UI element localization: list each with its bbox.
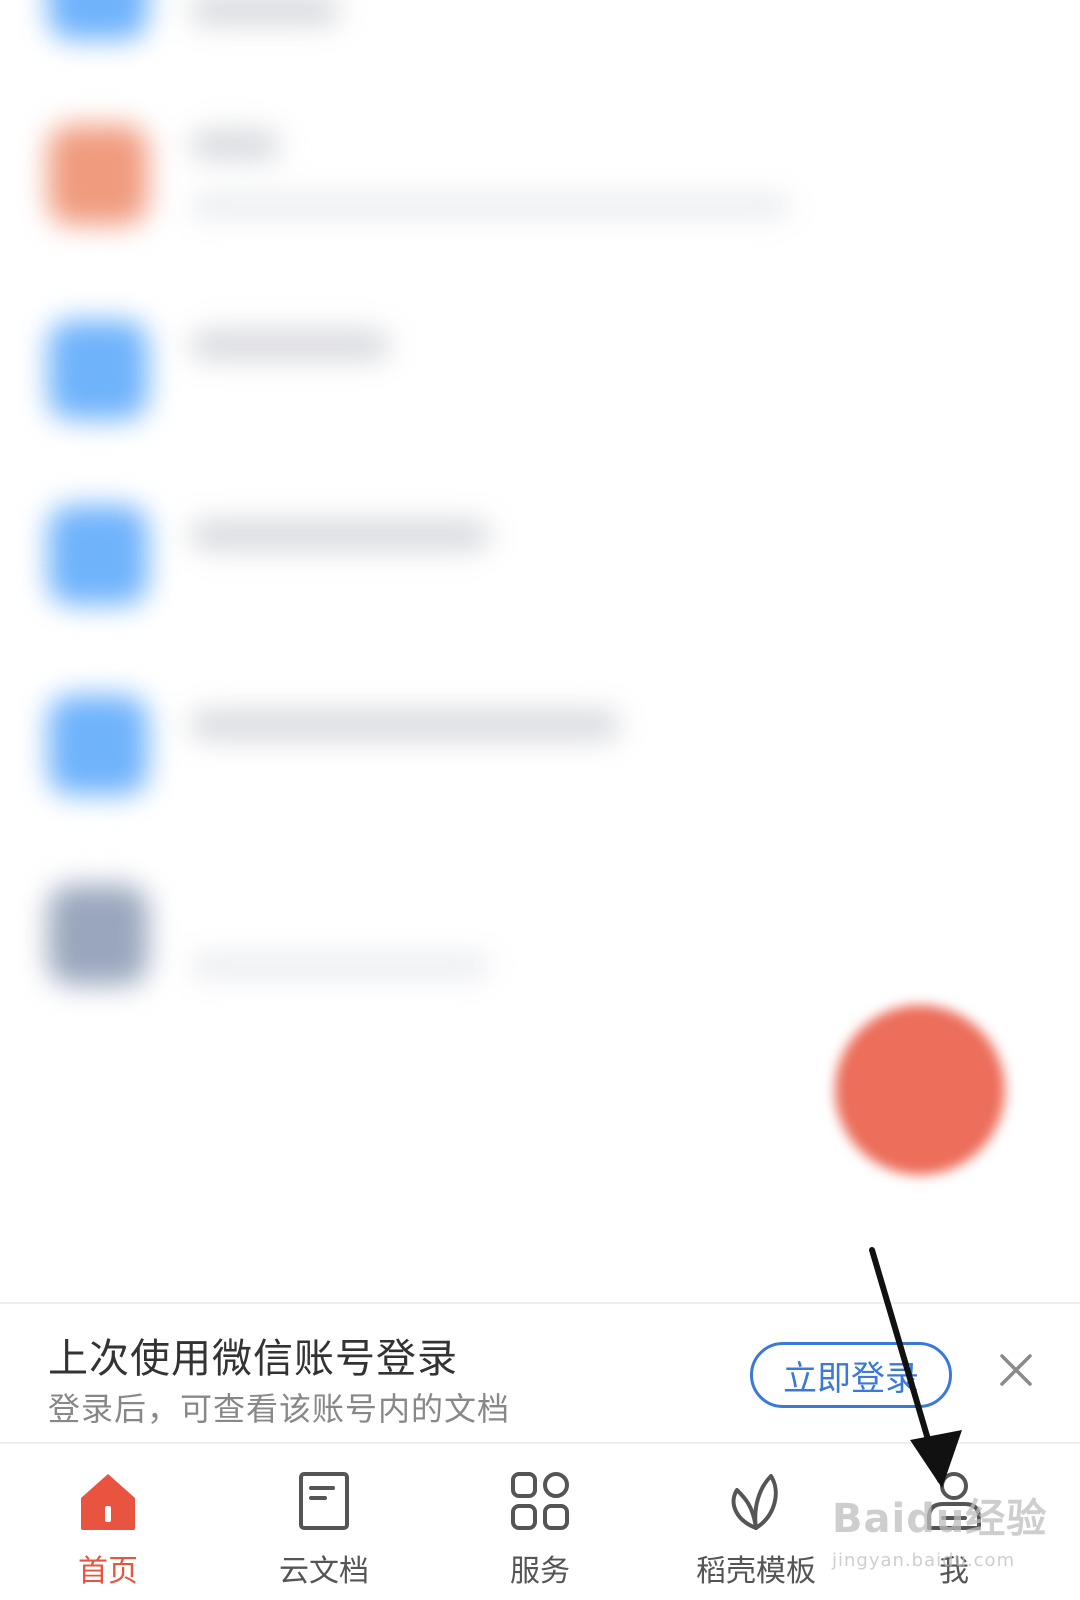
- list-item[interactable]: [190, 0, 340, 25]
- list-item-icon[interactable]: [48, 695, 148, 795]
- list-item-icon[interactable]: [48, 0, 148, 40]
- list-item-icon[interactable]: [48, 125, 148, 225]
- list-item[interactable]: [190, 330, 390, 360]
- list-item[interactable]: [190, 520, 490, 550]
- list-item: [190, 955, 490, 977]
- apps-grid-icon: [511, 1472, 569, 1530]
- watermark-main: Baidu经验: [832, 1496, 1048, 1542]
- document-list: [0, 0, 1080, 1300]
- nav-item-services[interactable]: 服务: [432, 1446, 648, 1600]
- nav-label-services: 服务: [510, 1554, 570, 1589]
- list-item-icon[interactable]: [48, 505, 148, 605]
- nav-item-cloud-docs[interactable]: 云文档: [216, 1446, 432, 1600]
- nav-item-home[interactable]: 首页: [0, 1446, 216, 1600]
- login-prompt-banner: 上次使用微信账号登录 登录后，可查看该账号内的文档 立即登录: [0, 1302, 1080, 1444]
- baidu-jingyan-watermark: Baidu经验 jingyan.baidu.com: [832, 1486, 1047, 1571]
- leaf-icon: [731, 1474, 778, 1530]
- watermark-sub: jingyan.baidu.com: [832, 1550, 1016, 1571]
- list-item[interactable]: [190, 130, 280, 160]
- document-icon: [299, 1472, 349, 1530]
- home-icon: [81, 1474, 135, 1530]
- nav-label-home: 首页: [78, 1554, 138, 1589]
- nav-label-cloud-docs: 云文档: [279, 1554, 369, 1589]
- list-item-icon[interactable]: [48, 885, 148, 985]
- list-item-icon[interactable]: [48, 320, 148, 420]
- list-item[interactable]: [190, 710, 620, 740]
- close-icon[interactable]: [996, 1350, 1036, 1390]
- banner-subtitle: 登录后，可查看该账号内的文档: [48, 1390, 511, 1428]
- login-now-button[interactable]: 立即登录: [750, 1342, 952, 1408]
- banner-title: 上次使用微信账号登录: [48, 1336, 458, 1382]
- nav-label-templates: 稻壳模板: [696, 1554, 816, 1589]
- list-item: [190, 195, 790, 217]
- new-document-fab[interactable]: [835, 1005, 1005, 1175]
